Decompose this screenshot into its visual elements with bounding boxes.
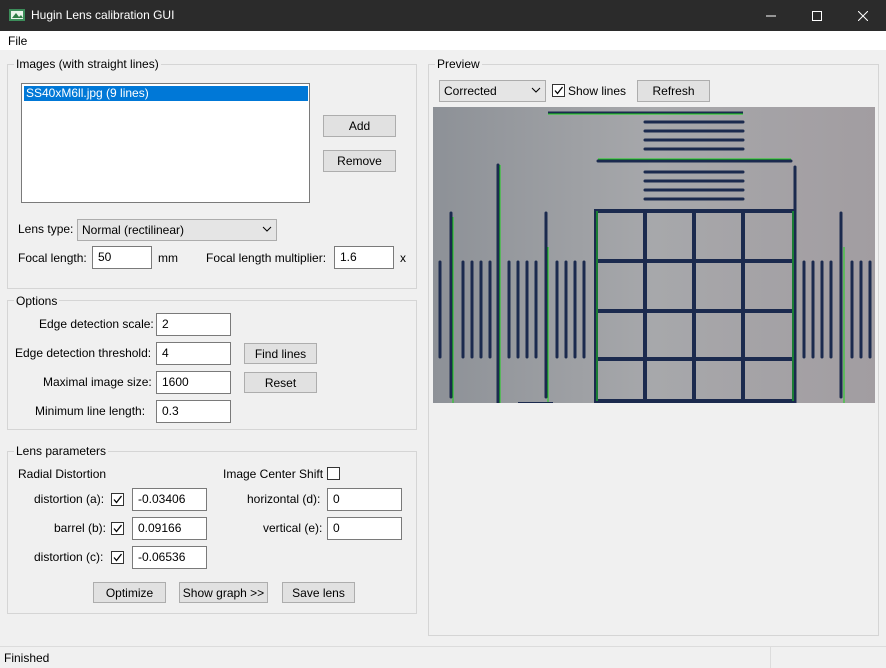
add-button[interactable]: Add xyxy=(323,115,396,137)
barrel-b-checkbox[interactable] xyxy=(111,522,124,535)
distortion-a-checkbox[interactable] xyxy=(111,493,124,506)
min-line-label: Minimum line length: xyxy=(35,404,146,418)
options-legend: Options xyxy=(14,294,60,308)
find-lines-button[interactable]: Find lines xyxy=(244,343,317,364)
maximize-icon xyxy=(812,10,822,21)
minimize-icon xyxy=(766,15,776,16)
horizontal-d-input[interactable]: 0 xyxy=(327,488,402,511)
menu-bar: File xyxy=(0,31,886,50)
distortion-c-checkbox[interactable] xyxy=(111,551,124,564)
show-graph-button[interactable]: Show graph >> xyxy=(179,582,268,603)
show-lines-label: Show lines xyxy=(568,84,627,98)
distortion-a-label: distortion (a): xyxy=(34,492,105,506)
status-divider xyxy=(770,647,771,668)
list-item[interactable]: SS40xM6ll.jpg (9 lines) xyxy=(24,86,308,101)
vertical-e-input[interactable]: 0 xyxy=(327,517,402,540)
app-icon xyxy=(9,9,25,21)
optimize-button[interactable]: Optimize xyxy=(93,582,166,603)
preview-mode-value: Corrected xyxy=(444,84,497,98)
status-text: Finished xyxy=(4,651,50,665)
min-line-input[interactable]: 0.3 xyxy=(156,400,231,423)
save-lens-button[interactable]: Save lens xyxy=(282,582,355,603)
multiplier-label: Focal length multiplier: xyxy=(206,251,327,265)
checkmark-icon xyxy=(113,553,123,562)
multiplier-unit: x xyxy=(400,251,406,265)
lens-type-label: Lens type: xyxy=(18,222,74,236)
edge-scale-input[interactable]: 2 xyxy=(156,313,231,336)
edge-threshold-label: Edge detection threshold: xyxy=(15,346,152,360)
focal-length-input[interactable]: 50 xyxy=(92,246,152,269)
maximize-button[interactable] xyxy=(794,0,840,31)
close-button[interactable] xyxy=(840,0,886,31)
max-size-label: Maximal image size: xyxy=(43,375,152,389)
menu-file[interactable]: File xyxy=(8,34,27,48)
vertical-e-label: vertical (e): xyxy=(263,521,323,535)
status-bar: Finished xyxy=(0,646,886,668)
distortion-c-label: distortion (c): xyxy=(34,550,104,564)
preview-image[interactable] xyxy=(433,107,875,403)
chevron-down-icon xyxy=(262,226,272,232)
preview-legend: Preview xyxy=(435,57,482,71)
center-shift-checkbox[interactable] xyxy=(327,467,340,480)
chevron-down-icon xyxy=(531,87,541,93)
checkmark-icon xyxy=(113,495,123,504)
edge-scale-label: Edge detection scale: xyxy=(39,317,154,331)
window-title: Hugin Lens calibration GUI xyxy=(31,8,175,22)
barrel-b-label: barrel (b): xyxy=(54,521,107,535)
images-legend: Images (with straight lines) xyxy=(14,57,161,71)
calibration-target-image xyxy=(433,107,875,403)
radial-distortion-label: Radial Distortion xyxy=(18,467,107,481)
lens-parameters-legend: Lens parameters xyxy=(14,444,109,458)
horizontal-d-label: horizontal (d): xyxy=(247,492,321,506)
refresh-button[interactable]: Refresh xyxy=(637,80,710,102)
multiplier-input[interactable]: 1.6 xyxy=(334,246,394,269)
barrel-b-input[interactable]: 0.09166 xyxy=(132,517,207,540)
checkmark-icon xyxy=(554,86,564,95)
focal-length-label: Focal length: xyxy=(18,251,87,265)
max-size-input[interactable]: 1600 xyxy=(156,371,231,394)
distortion-a-input[interactable]: -0.03406 xyxy=(132,488,207,511)
lens-type-select[interactable]: Normal (rectilinear) xyxy=(77,219,277,241)
close-icon xyxy=(858,10,868,21)
center-shift-label: Image Center Shift xyxy=(223,467,324,481)
image-list[interactable]: SS40xM6ll.jpg (9 lines) xyxy=(21,83,310,203)
reset-button[interactable]: Reset xyxy=(244,372,317,393)
checkmark-icon xyxy=(113,524,123,533)
edge-threshold-input[interactable]: 4 xyxy=(156,342,231,365)
lens-type-value: Normal (rectilinear) xyxy=(82,223,185,237)
minimize-button[interactable] xyxy=(748,0,794,31)
title-bar: Hugin Lens calibration GUI xyxy=(0,0,886,31)
preview-mode-select[interactable]: Corrected xyxy=(439,80,546,102)
remove-button[interactable]: Remove xyxy=(323,150,396,172)
distortion-c-input[interactable]: -0.06536 xyxy=(132,546,207,569)
show-lines-checkbox[interactable] xyxy=(552,84,565,97)
focal-length-unit: mm xyxy=(158,251,178,265)
